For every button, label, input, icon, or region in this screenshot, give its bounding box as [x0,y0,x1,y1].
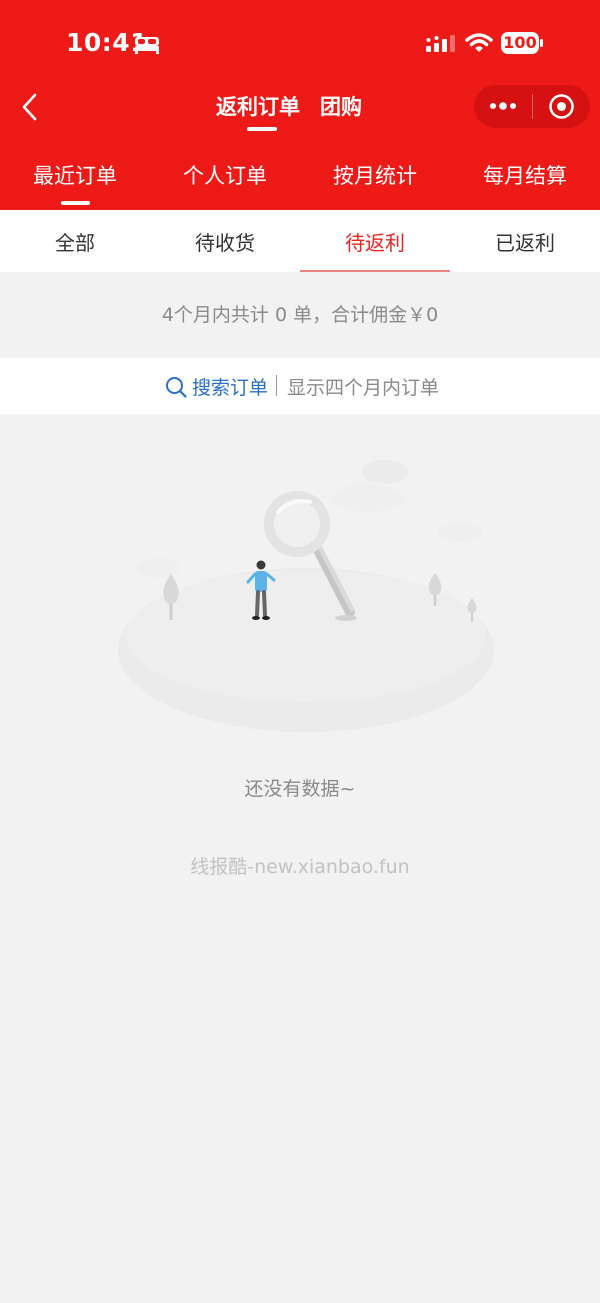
more-icon[interactable] [488,96,518,116]
order-summary: 4个月内共计 0 单，合计佣金￥0 [161,304,439,326]
title-active-indicator [247,127,277,131]
group-buy-title[interactable]: 团购 [320,91,362,121]
battery-level: 100 [503,33,537,52]
search-orders-link[interactable]: 搜索订单 [192,373,268,400]
capsule-divider [532,94,533,119]
subtab-active-indicator [300,270,450,272]
tab-recent-orders[interactable]: 最近订单 [0,160,150,190]
tab-monthly-settlement[interactable]: 每月结算 [450,160,600,190]
close-mini-program-icon[interactable] [548,93,575,120]
cellular-signal-icon [426,35,455,52]
wifi-icon [465,33,493,52]
tab-monthly-stats[interactable]: 按月统计 [300,160,450,190]
subtab-all[interactable]: 全部 [0,227,150,256]
tab-personal-orders[interactable]: 个人订单 [150,160,300,190]
search-icon[interactable] [165,376,187,398]
subtab-pending-rebate[interactable]: 待返利 [300,227,450,256]
main-tab-active-indicator [61,201,90,205]
back-arrow-icon[interactable] [14,88,48,126]
subtab-pending-receipt[interactable]: 待收货 [150,227,300,256]
page-title[interactable]: 返利订单 [216,91,300,121]
empty-state-message: 还没有数据~ [244,778,356,800]
subtab-rebated[interactable]: 已返利 [450,227,600,256]
status-filter-tabs: 全部 待收货 待返利 已返利 [0,210,600,272]
sleep-mode-icon [135,37,159,54]
watermark-text: 线报酷-new.xianbao.fun [190,856,410,878]
search-bar: 搜索订单 显示四个月内订单 [0,358,600,414]
search-divider [276,375,277,396]
empty-state-illustration [118,460,494,732]
search-hint: 显示四个月内订单 [287,377,440,399]
